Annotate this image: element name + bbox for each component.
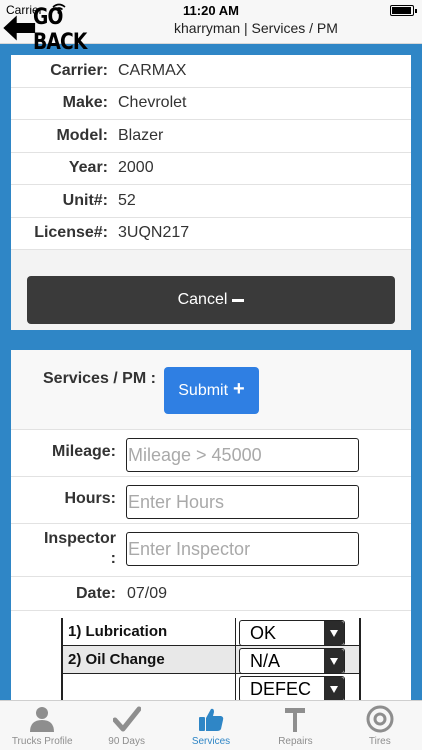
plus-icon: + [233,378,245,400]
hours-input[interactable] [126,485,359,519]
chevron-down-icon [324,621,344,645]
tab-label: Repairs [278,736,313,747]
date-value: 07/09 [127,585,168,602]
status-select[interactable]: OK [239,620,345,646]
chevron-down-icon [324,677,344,701]
info-row-license: License#: 3UQN217 [11,217,411,250]
status-value: OK [250,622,277,643]
status-select[interactable]: N/A [239,648,345,674]
info-row-year: Year: 2000 [11,152,411,185]
person-icon [30,707,55,732]
checklist-item: 1) Lubrication [68,623,168,640]
mileage-input[interactable] [126,438,359,472]
info-label: License#: [34,224,108,242]
inspector-row: Inspector : [11,524,411,577]
inspector-label-text: Inspector [43,530,116,547]
nav-bar: GO BACK kharryman | Services / PM [0,5,422,55]
checklist-row: DEFEC [63,674,359,702]
inspector-label: Inspector : [11,529,116,569]
mileage-label: Mileage: [51,443,116,460]
arrow-left-icon [3,15,36,41]
services-label: Services / PM : [43,370,156,387]
tab-label: 90 Days [108,736,145,747]
tab-bar: Trucks Profile 90 Days Services Repairs … [0,700,422,750]
services-card: Services / PM : Submit + Mileage: Hours:… [11,350,411,722]
tab-90-days[interactable]: 90 Days [84,701,168,750]
info-label: Model: [56,126,108,144]
inspector-label-colon: : [110,550,116,567]
tab-label: Services [191,736,231,747]
cancel-label: Cancel [177,291,228,308]
checkmark-icon [112,706,141,732]
info-row-make: Make: Chevrolet [11,87,411,120]
tab-trucks-profile[interactable]: Trucks Profile [0,701,84,750]
tab-label: Tires [368,736,391,747]
hours-label: Hours: [64,490,116,507]
battery-icon [390,5,417,16]
checklist-item: 2) Oil Change [68,651,165,668]
thumbs-up-icon [199,708,224,731]
status-value: N/A [250,650,281,671]
tab-label: Trucks Profile [11,736,73,747]
go-back-button[interactable]: GO BACK [0,5,120,55]
info-label: Year: [68,159,108,177]
service-checklist: 1) Lubrication OK 2) Oil Change N/A DEFE… [61,618,361,702]
chevron-down-icon [324,649,344,673]
info-value: 2000 [118,159,154,177]
info-label: Unit#: [62,191,108,209]
tab-repairs[interactable]: Repairs [253,701,337,750]
submit-button[interactable]: Submit + [164,367,259,414]
info-value: Blazer [118,126,164,144]
minus-icon [232,298,245,302]
hours-row: Hours: [11,477,411,524]
checklist-row: 1) Lubrication OK [63,618,359,646]
tire-icon [366,705,394,733]
page-title: kharryman | Services / PM [174,20,338,36]
tab-services[interactable]: Services [169,701,253,750]
truck-info-card: Carrier: CARMAX Make: Chevrolet Model: B… [11,55,411,330]
info-row-unit: Unit#: 52 [11,185,411,218]
checklist-row: 2) Oil Change N/A [63,646,359,674]
tab-tires[interactable]: Tires [338,701,422,750]
date-row: Date: 07/09 [11,577,411,611]
info-label: Carrier: [50,61,108,79]
mileage-row: Mileage: [11,430,411,477]
services-header: Services / PM : Submit + [11,350,411,430]
inspector-input[interactable] [126,532,359,566]
info-value: 52 [118,191,136,209]
go-back-label: GO BACK [32,5,87,55]
info-row-carrier: Carrier: CARMAX [11,55,411,88]
info-value: Chevrolet [118,94,187,112]
info-label: Make: [62,94,108,112]
hammer-icon [285,708,306,732]
info-row-model: Model: Blazer [11,120,411,153]
submit-label: Submit [178,381,229,399]
status-select[interactable]: DEFEC [239,676,345,702]
info-value: 3UQN217 [118,224,190,242]
cancel-button[interactable]: Cancel [27,276,395,324]
info-value: CARMAX [118,61,187,79]
status-value: DEFEC [250,678,312,699]
date-label: Date: [75,585,116,602]
